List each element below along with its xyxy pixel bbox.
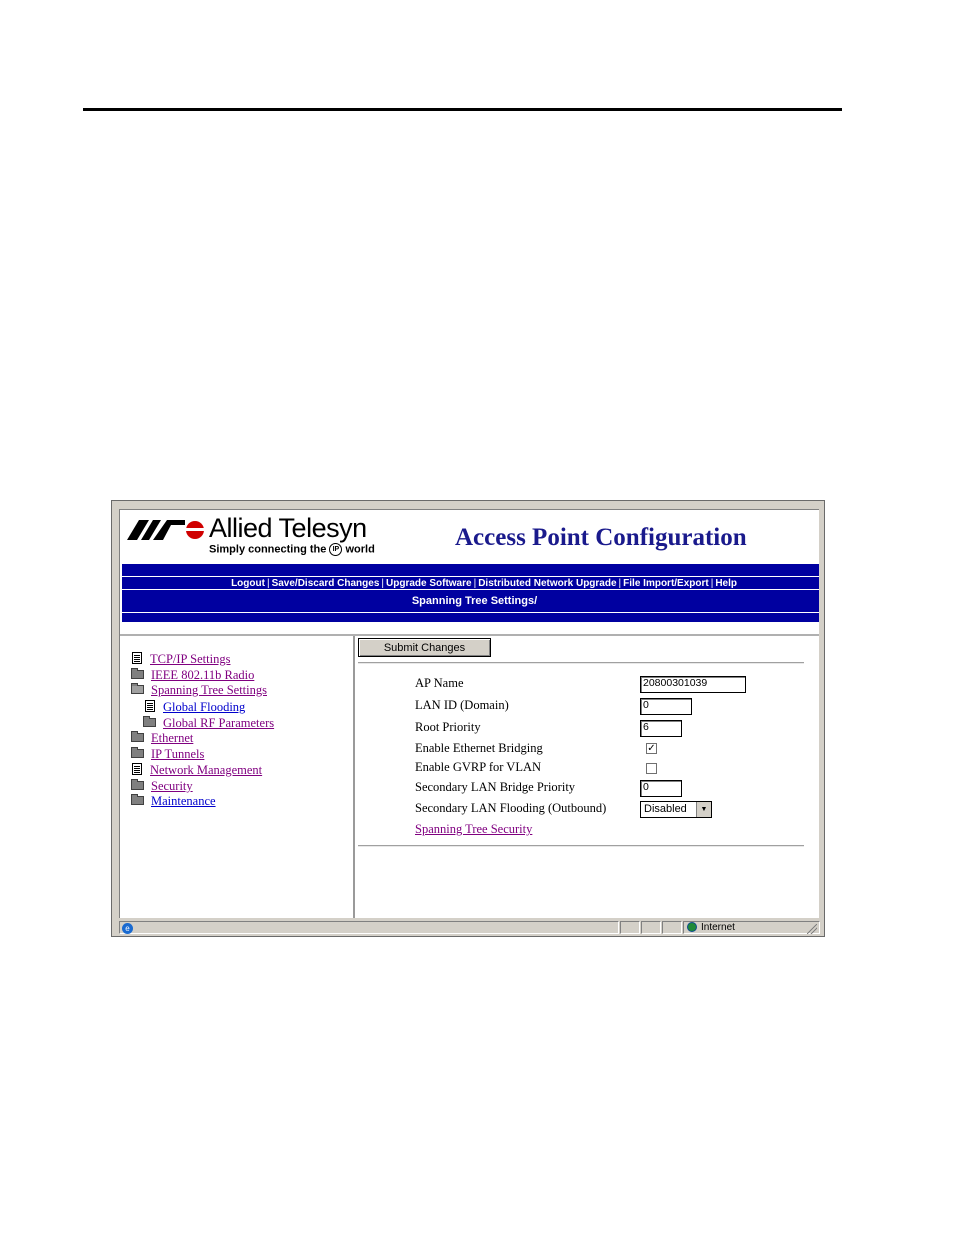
document-icon (132, 763, 142, 775)
tree-item-spanning-tree[interactable]: Spanning Tree Settings (131, 683, 267, 698)
tree-link[interactable]: Security (151, 779, 193, 793)
nav-separator: | (266, 578, 270, 589)
nav-distributed-upgrade[interactable]: Distributed Network Upgrade (478, 578, 616, 589)
tree-link[interactable]: Maintenance (151, 794, 216, 808)
submit-changes-button[interactable]: Submit Changes (358, 638, 491, 657)
nav-help[interactable]: Help (715, 578, 737, 589)
page-top-rule (83, 108, 842, 111)
nav-logout[interactable]: Logout (231, 578, 265, 589)
lan-id-input[interactable]: 0 (640, 698, 692, 715)
tree-link[interactable]: Network Management (150, 763, 262, 777)
status-zone-cell: Internet (683, 921, 820, 934)
top-nav: Logout | Save/Discard Changes | Upgrade Soft… (122, 576, 819, 590)
form-top-rule (358, 662, 804, 664)
tree-item-network-management[interactable]: Network Management (132, 763, 262, 778)
nav-separator: | (381, 578, 384, 589)
nav-band: Logout | Save/Discard Changes | Upgrade Soft… (122, 564, 819, 622)
nav-upgrade-software[interactable]: Upgrade Software (386, 578, 472, 589)
open-folder-icon (131, 683, 144, 694)
root-priority-input[interactable]: 6 (640, 720, 682, 737)
nav-save-discard[interactable]: Save/Discard Changes (272, 578, 380, 589)
folder-icon (131, 779, 144, 790)
tree-item-maintenance[interactable]: Maintenance (131, 794, 216, 809)
tree-item-security[interactable]: Security (131, 779, 193, 794)
resize-grip-icon[interactable] (807, 924, 817, 934)
gvrp-label: Enable GVRP for VLAN (415, 760, 542, 774)
status-main-cell: e (119, 921, 619, 934)
ethernet-bridging-label: Enable Ethernet Bridging (415, 741, 543, 755)
folder-icon (131, 794, 144, 805)
secondary-flooding-label: Secondary LAN Flooding (Outbound) (415, 801, 607, 815)
tree-item-ip-tunnels[interactable]: IP Tunnels (131, 747, 204, 762)
dropdown-arrow-icon[interactable]: ▼ (696, 802, 711, 817)
folder-icon (131, 668, 144, 679)
settings-panel: Submit Changes AP Name 20800301039 LAN I… (357, 636, 820, 918)
brand-tagline-start: Simply connecting the (209, 543, 327, 556)
status-cell (641, 921, 661, 934)
nav-tree: TCP/IP Settings IEEE 802.11b Radio Spann… (120, 636, 355, 918)
ap-name-label: AP Name (415, 676, 464, 690)
document-icon (132, 652, 142, 664)
nav-divider (122, 612, 819, 613)
ie-page-icon: e (122, 923, 133, 934)
root-priority-label: Root Priority (415, 720, 481, 734)
folder-icon (131, 747, 144, 758)
secondary-flooding-select[interactable]: Disabled ▼ (640, 801, 712, 818)
status-bar: e Internet (119, 920, 821, 935)
status-cell (620, 921, 640, 934)
allied-telesyn-logo-icon (127, 520, 205, 540)
brand-name: Allied Telesyn (209, 513, 367, 543)
tree-link[interactable]: Ethernet (151, 731, 193, 745)
tree-link[interactable]: TCP/IP Settings (150, 652, 230, 666)
page-title: Spanning Tree Settings/ (411, 595, 538, 607)
ethernet-bridging-checkbox[interactable]: ✓ (646, 743, 657, 754)
gvrp-checkbox[interactable] (646, 763, 657, 774)
tree-item-global-flooding[interactable]: Global Flooding (145, 700, 245, 715)
spanning-tree-security-link[interactable]: Spanning Tree Security (415, 822, 532, 837)
brand-tagline: Simply connecting the IP world (209, 543, 375, 556)
tree-link[interactable]: Spanning Tree Settings (151, 683, 267, 697)
tree-link[interactable]: IP Tunnels (151, 747, 204, 761)
nav-file-import-export[interactable]: File Import/Export (623, 578, 709, 589)
lan-id-label: LAN ID (Domain) (415, 698, 509, 712)
document-icon (145, 700, 155, 712)
secondary-bridge-priority-input[interactable]: 0 (640, 780, 682, 797)
internet-zone-icon (687, 922, 697, 932)
window-right-edge (819, 509, 823, 918)
ip-badge-icon: IP (329, 543, 343, 556)
app-header: Allied Telesyn Simply connecting the IP … (120, 510, 820, 563)
tree-link[interactable]: Global Flooding (163, 700, 245, 714)
app-title: Access Point Configuration (455, 524, 747, 551)
status-cell (662, 921, 682, 934)
tree-item-radio[interactable]: IEEE 802.11b Radio (131, 668, 254, 683)
form-bottom-rule (358, 845, 804, 847)
secondary-flooding-value: Disabled (644, 803, 687, 815)
ap-name-input[interactable]: 20800301039 (640, 676, 746, 693)
tree-item-ethernet[interactable]: Ethernet (131, 731, 193, 746)
tree-item-tcpip[interactable]: TCP/IP Settings (132, 652, 230, 667)
tree-link[interactable]: Global RF Parameters (163, 716, 274, 730)
folder-icon (131, 731, 144, 742)
tree-link[interactable]: IEEE 802.11b Radio (151, 668, 254, 682)
secondary-bridge-priority-label: Secondary LAN Bridge Priority (415, 780, 576, 794)
tree-item-global-rf[interactable]: Global RF Parameters (143, 716, 274, 731)
brand-tagline-end: world (345, 543, 375, 556)
folder-icon (143, 716, 156, 727)
brand-logo: Allied Telesyn Simply connecting the IP … (127, 513, 397, 560)
status-zone-label: Internet (701, 922, 735, 933)
browser-window: Allied Telesyn Simply connecting the IP … (111, 500, 825, 937)
browser-viewport: Allied Telesyn Simply connecting the IP … (119, 509, 821, 918)
